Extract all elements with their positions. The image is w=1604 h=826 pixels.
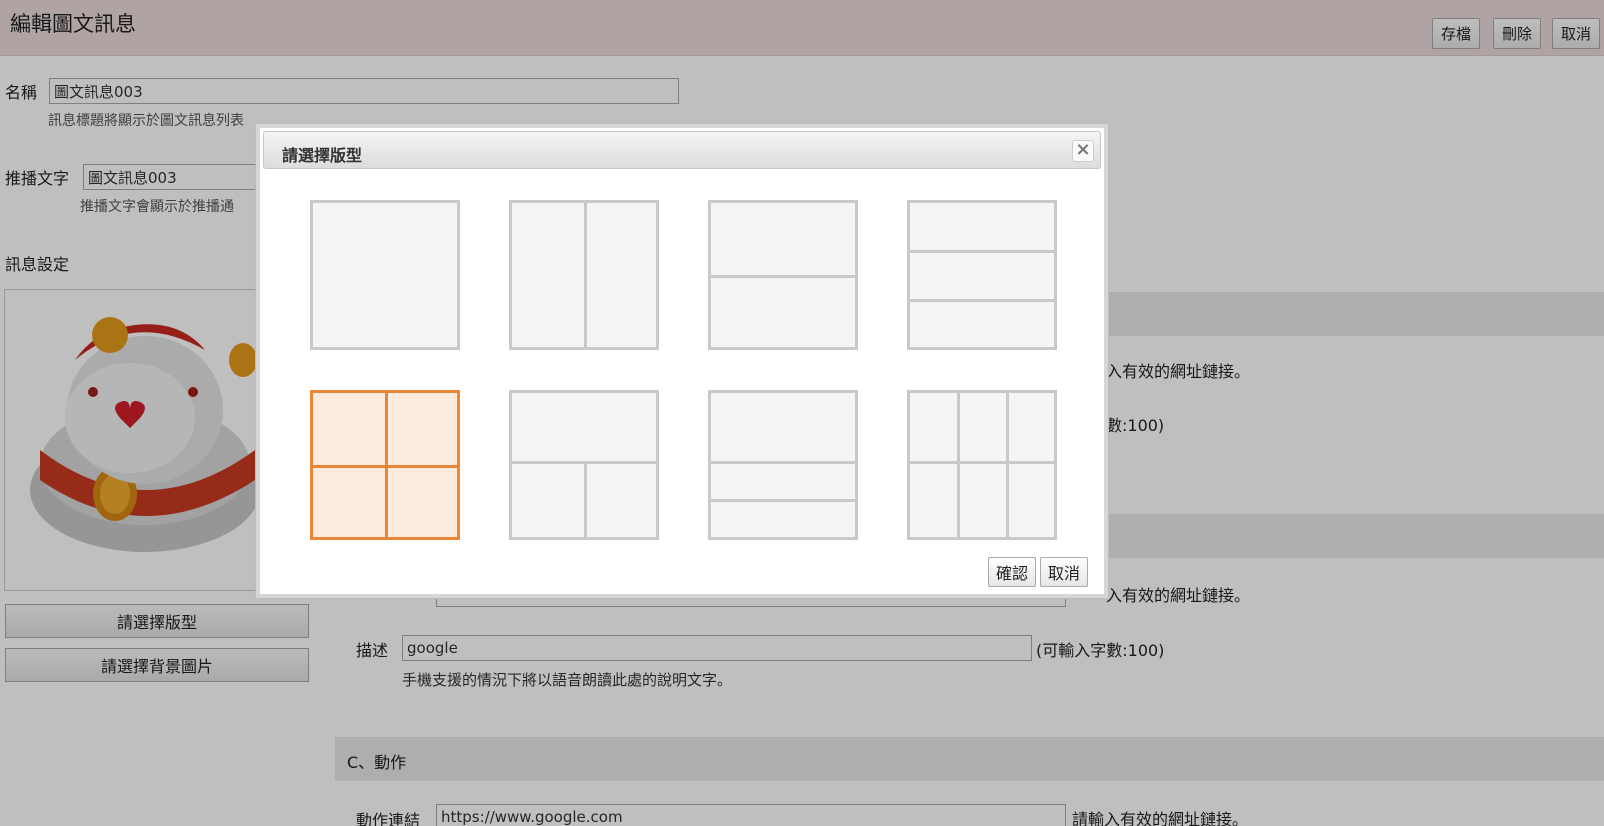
layout-divider xyxy=(910,299,1054,302)
close-icon[interactable]: × xyxy=(1072,140,1094,162)
confirm-button[interactable]: 確認 xyxy=(988,557,1037,587)
dialog-titlebar: 請選擇版型 × xyxy=(263,131,1101,169)
layout-3x2[interactable] xyxy=(907,390,1057,540)
layout-single[interactable] xyxy=(310,200,460,350)
layout-2x2[interactable] xyxy=(310,390,460,540)
layout-three-rows[interactable] xyxy=(907,200,1057,350)
layout-top-three-rows[interactable] xyxy=(708,390,858,540)
layout-divider xyxy=(711,461,855,464)
layout-two-columns[interactable] xyxy=(509,200,659,350)
dialog-title: 請選擇版型 xyxy=(282,146,363,165)
layout-divider xyxy=(584,203,587,347)
layout-divider xyxy=(910,461,1054,464)
layout-divider xyxy=(1006,393,1009,537)
layout-divider xyxy=(957,393,960,537)
layout-two-rows[interactable] xyxy=(708,200,858,350)
layout-divider xyxy=(910,250,1054,253)
dialog-cancel-button[interactable]: 取消 xyxy=(1040,557,1089,587)
layout-divider xyxy=(711,275,855,278)
layout-divider xyxy=(711,499,855,502)
layout-dialog: 請選擇版型 × 確認 取消 xyxy=(256,124,1108,598)
layout-top-two-bottom[interactable] xyxy=(509,390,659,540)
layout-divider xyxy=(584,461,587,537)
layout-divider xyxy=(313,465,457,468)
